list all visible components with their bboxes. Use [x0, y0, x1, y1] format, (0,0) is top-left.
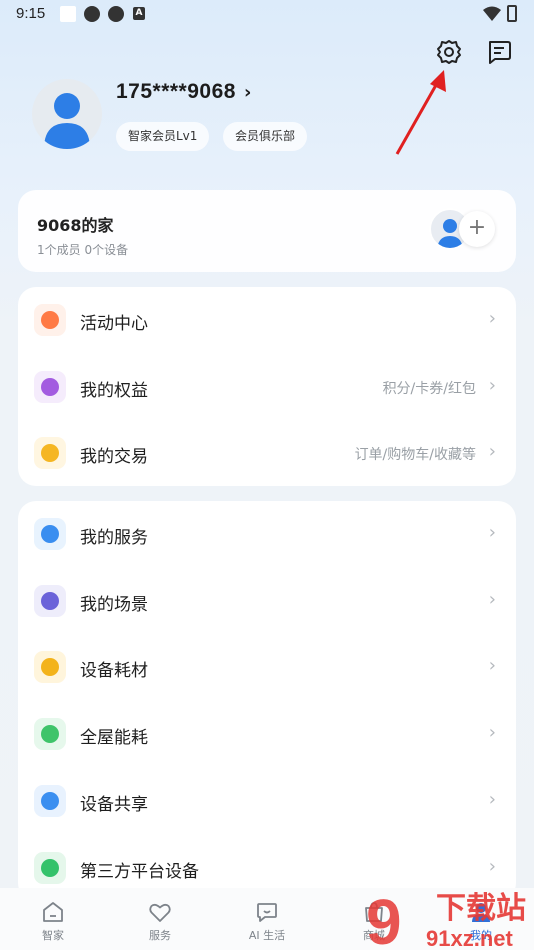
member-level-badge[interactable]: 智家会员Lv1	[116, 122, 210, 151]
app-notification-icon	[108, 6, 124, 22]
watermark-bottom-text: 91xz.net	[426, 926, 513, 950]
tab-home[interactable]: 智家	[13, 888, 93, 950]
tab-label: AI 生活	[248, 929, 286, 942]
chevron-right-icon: ›	[488, 522, 496, 543]
wifi-icon	[483, 6, 501, 21]
menu-item-device-sharing[interactable]: 设备共享 ›	[18, 768, 516, 834]
tab-label: 智家	[42, 929, 64, 942]
menu-item-label: 全屋能耗	[80, 728, 148, 748]
tab-service[interactable]: 服务	[120, 888, 200, 950]
chevron-right-icon: ›	[488, 722, 496, 743]
home-title: 9068的家	[37, 216, 114, 235]
chevron-right-icon: ›	[488, 441, 496, 462]
home-subtitle: 1个成员 0个设备	[37, 243, 129, 257]
status-time: 9:15	[16, 5, 46, 22]
menu-item-energy-usage[interactable]: 全屋能耗 ›	[18, 701, 516, 767]
home-card[interactable]: 9068的家 1个成员 0个设备 +	[18, 190, 516, 272]
diamond-icon	[34, 371, 66, 403]
message-icon[interactable]	[485, 38, 513, 66]
chevron-right-icon: ›	[488, 789, 496, 810]
status-bar: 9:15 A	[0, 0, 534, 30]
menu-group-2: 我的服务 › 我的场景 › 设备耗材 › 全屋能耗 › 设备共享 › 第三方平台…	[18, 501, 516, 901]
menu-item-label: 我的权益	[80, 381, 148, 401]
menu-item-my-benefits[interactable]: 我的权益 积分/卡券/红包 ›	[18, 354, 516, 420]
app-notification-icon	[84, 6, 100, 22]
menu-item-label: 我的场景	[80, 595, 148, 615]
menu-item-activity-center[interactable]: 活动中心 ›	[18, 287, 516, 353]
chevron-right-icon: ›	[243, 81, 252, 103]
refresh-icon	[34, 651, 66, 683]
menu-item-label: 设备共享	[80, 795, 148, 815]
person-icon	[44, 93, 90, 149]
menu-item-hint: 积分/卡券/红包	[382, 381, 476, 397]
chevron-right-icon: ›	[488, 375, 496, 396]
chevron-right-icon: ›	[488, 856, 496, 877]
menu-item-my-scenes[interactable]: 我的场景 ›	[18, 568, 516, 634]
watermark-logo: 9 下载站 91xz.net	[366, 888, 526, 950]
menu-item-label: 设备耗材	[80, 661, 148, 681]
house-icon	[43, 902, 63, 922]
menu-item-label: 我的交易	[80, 447, 148, 467]
avatar[interactable]	[32, 79, 102, 149]
notification-icon	[60, 6, 76, 22]
gear-icon[interactable]	[435, 38, 463, 66]
heart-icon	[149, 903, 171, 922]
phone-number: 175****9068	[116, 80, 236, 103]
chevron-right-icon: ›	[488, 589, 496, 610]
add-member-button[interactable]: +	[459, 211, 495, 247]
menu-item-label: 活动中心	[80, 314, 148, 334]
link-icon	[34, 852, 66, 884]
gift-icon	[34, 304, 66, 336]
a-notification-icon: A	[133, 7, 145, 20]
chevron-right-icon: ›	[488, 655, 496, 676]
menu-group-1: 活动中心 › 我的权益 积分/卡券/红包 › 我的交易 订单/购物车/收藏等 ›	[18, 287, 516, 486]
share-icon	[34, 785, 66, 817]
menu-item-label: 第三方平台设备	[80, 862, 199, 882]
menu-item-label: 我的服务	[80, 528, 148, 548]
member-club-button[interactable]: 会员俱乐部	[223, 122, 308, 151]
chat-icon	[257, 903, 277, 922]
coin-icon	[34, 437, 66, 469]
menu-item-my-transactions[interactable]: 我的交易 订单/购物车/收藏等 ›	[18, 420, 516, 486]
lightning-icon	[34, 718, 66, 750]
menu-item-hint: 订单/购物车/收藏等	[354, 447, 476, 463]
chevron-right-icon: ›	[488, 308, 496, 329]
tab-label: 服务	[149, 929, 171, 942]
phone-row[interactable]: 175****9068 ›	[116, 80, 251, 104]
battery-icon	[507, 5, 517, 22]
heart-icon	[34, 518, 66, 550]
annotation-arrow-icon	[395, 70, 446, 155]
watermark-top-text: 下载站	[436, 891, 526, 926]
layers-icon	[34, 585, 66, 617]
menu-item-my-services[interactable]: 我的服务 ›	[18, 501, 516, 567]
menu-item-device-consumables[interactable]: 设备耗材 ›	[18, 634, 516, 700]
watermark-number: 9	[366, 888, 402, 950]
tab-ai-life[interactable]: AI 生活	[227, 888, 307, 950]
